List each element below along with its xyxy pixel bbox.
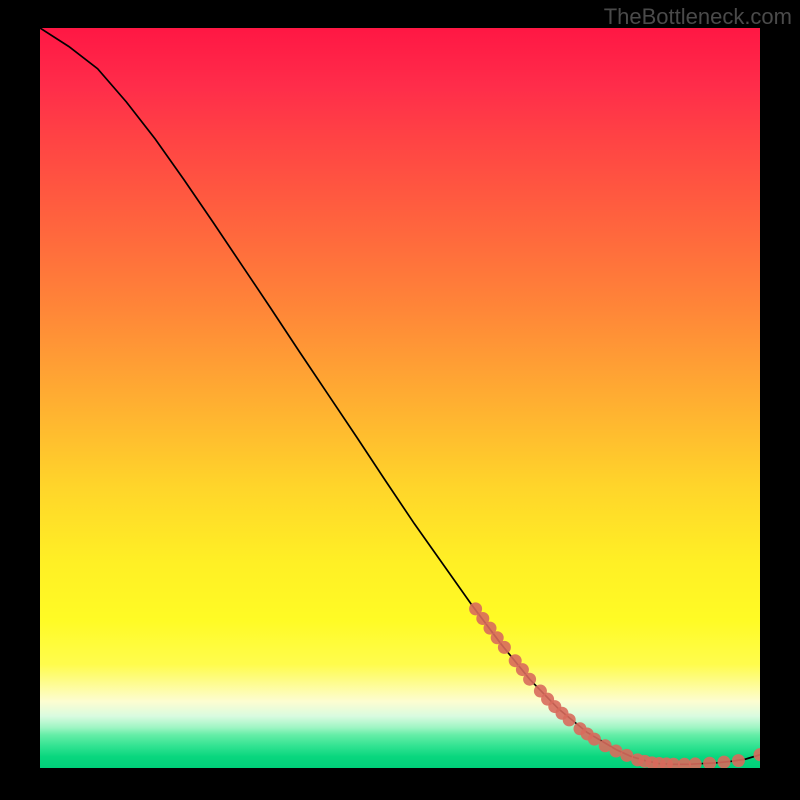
marker-point [754, 748, 761, 761]
marker-point [563, 713, 576, 726]
marker-point [588, 733, 601, 746]
chart-plot-area [40, 28, 760, 768]
marker-point [689, 757, 702, 768]
marker-point [718, 756, 731, 768]
marker-point [732, 754, 745, 767]
marker-point [703, 757, 716, 768]
chart-svg [40, 28, 760, 768]
bottleneck-curve-line [40, 28, 760, 764]
watermark-text: TheBottleneck.com [604, 4, 792, 30]
highlighted-points-group [469, 602, 760, 768]
marker-point [498, 641, 511, 654]
marker-point [523, 673, 536, 686]
